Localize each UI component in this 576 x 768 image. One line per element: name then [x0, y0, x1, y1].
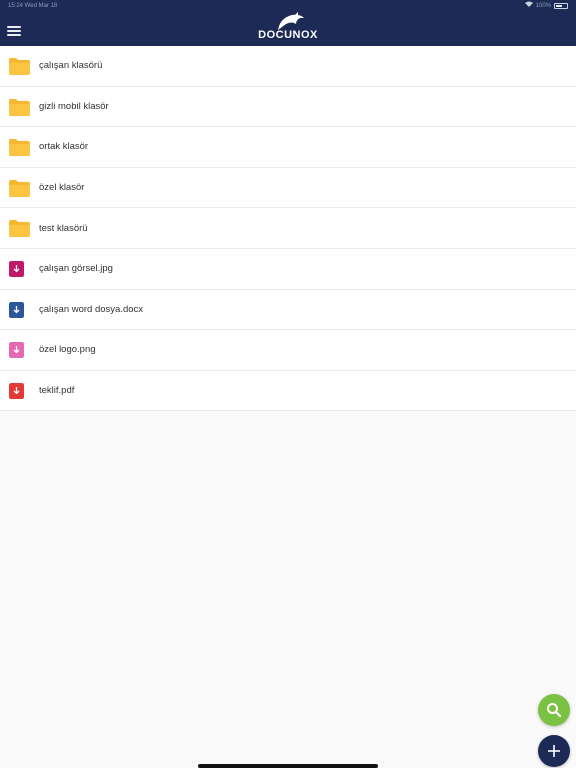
- search-icon: [547, 703, 562, 718]
- home-indicator: [198, 764, 378, 768]
- item-name: özel logo.png: [39, 344, 96, 356]
- status-right: 100%: [524, 0, 568, 12]
- item-name: teklif.pdf: [39, 385, 75, 397]
- battery-icon: [554, 3, 568, 9]
- folder-icon: [9, 58, 30, 75]
- list-item[interactable]: çalışan word dosya.docx: [0, 290, 576, 331]
- word-file-icon: [9, 301, 24, 318]
- item-name: test klasörü: [39, 222, 88, 234]
- list-item[interactable]: ortak klasör: [0, 127, 576, 168]
- status-time: 15:24 Wed Mar 18: [8, 3, 58, 9]
- wifi-icon: [524, 0, 533, 12]
- status-bar: 15:24 Wed Mar 18 100%: [0, 0, 576, 12]
- list-item[interactable]: gizli mobil klasör: [0, 87, 576, 128]
- item-name: çalışan görsel.jpg: [39, 263, 113, 275]
- plus-icon: [548, 745, 560, 757]
- pdf-file-icon: [9, 382, 24, 399]
- list-item[interactable]: test klasörü: [0, 208, 576, 249]
- image-file-icon: [9, 260, 24, 277]
- add-button[interactable]: [538, 735, 570, 767]
- list-item[interactable]: özel logo.png: [0, 330, 576, 371]
- image-file-icon: [9, 342, 24, 359]
- battery-percent: 100%: [535, 3, 551, 9]
- item-name: çalışan word dosya.docx: [39, 303, 144, 315]
- item-name: özel klasör: [39, 182, 85, 194]
- item-name: gizli mobil klasör: [39, 100, 109, 112]
- search-button[interactable]: [538, 694, 570, 726]
- app-logo: DOCUNOX: [250, 12, 326, 46]
- folder-icon: [9, 98, 30, 116]
- folder-icon: [9, 179, 30, 197]
- file-list: çalışan klasörü gizli mobil klasör ortak…: [0, 46, 576, 412]
- list-item[interactable]: teklif.pdf: [0, 371, 576, 412]
- folder-icon: [9, 220, 30, 238]
- item-name: ortak klasör: [39, 141, 89, 153]
- folder-icon: [9, 139, 30, 157]
- item-name: çalışan klasörü: [39, 60, 103, 72]
- top-app-bar: DOCUNOX: [0, 12, 576, 46]
- list-item[interactable]: çalışan görsel.jpg: [0, 249, 576, 290]
- hamburger-icon[interactable]: [7, 26, 21, 36]
- list-item[interactable]: çalışan klasörü: [0, 46, 576, 87]
- list-item[interactable]: özel klasör: [0, 168, 576, 209]
- logo-text: DOCUNOX: [258, 29, 318, 41]
